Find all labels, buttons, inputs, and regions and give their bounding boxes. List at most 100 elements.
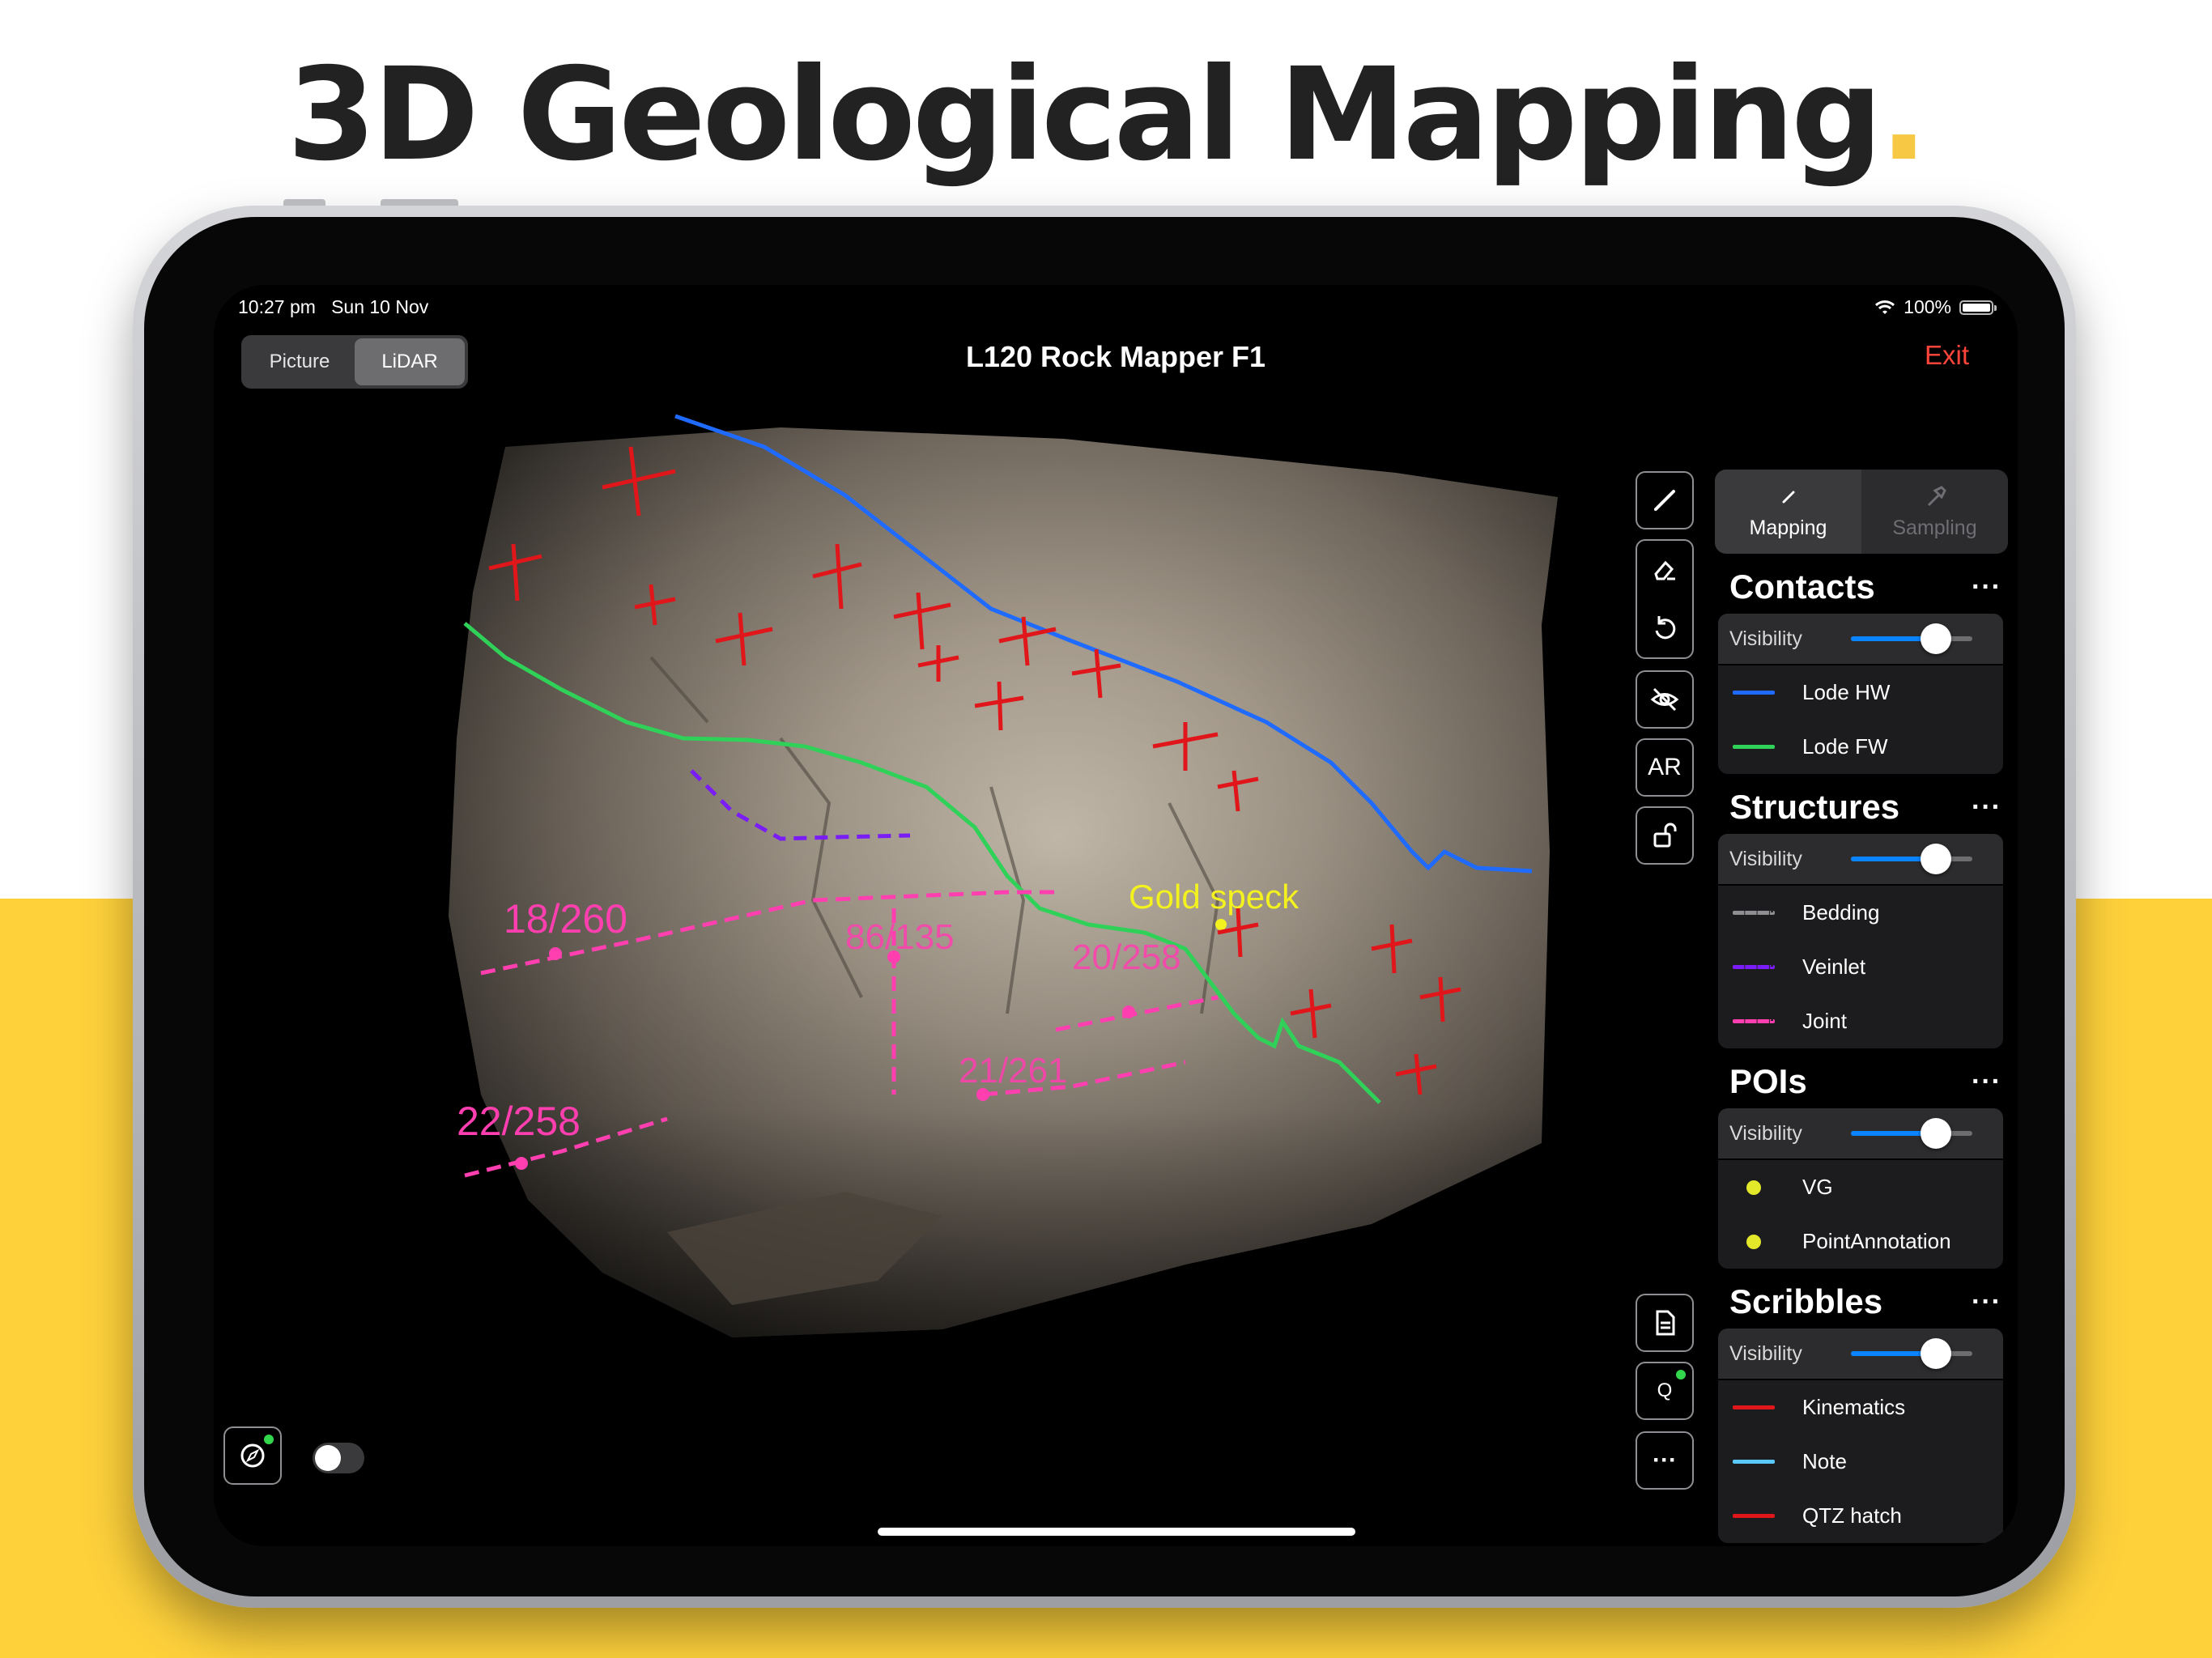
section-more-button[interactable]: ··· — [1972, 1286, 2001, 1318]
section-header: Contacts ··· — [1729, 565, 2001, 609]
mode-mapping[interactable]: Mapping — [1715, 470, 1861, 554]
layer-swatch — [1733, 911, 1775, 915]
mode-mapping-label: Mapping — [1749, 516, 1827, 539]
layer-item[interactable]: Lode HW — [1718, 665, 2003, 720]
layer-item[interactable]: Bedding — [1718, 886, 2003, 940]
joint-line — [1055, 995, 1219, 1032]
document-icon — [1656, 1310, 1675, 1336]
joint-pin — [549, 947, 562, 960]
section-more-button[interactable]: ··· — [1972, 1066, 2001, 1098]
layer-label: Lode HW — [1802, 680, 1891, 704]
joint-line — [982, 1060, 1186, 1097]
section-more-button[interactable]: ··· — [1972, 792, 2001, 823]
toggle-knob — [315, 1445, 341, 1471]
hardware-button — [381, 199, 458, 206]
hardware-button — [283, 199, 325, 206]
slider-knob[interactable] — [1921, 1338, 1951, 1369]
report-button[interactable] — [1636, 1294, 1694, 1352]
exit-button[interactable]: Exit — [1925, 340, 1969, 371]
layer-label: PointAnnotation — [1802, 1229, 1951, 1253]
pencil-icon — [1782, 491, 1794, 503]
overlay-toggle[interactable] — [313, 1443, 364, 1473]
mode-switcher[interactable]: Mapping Sampling — [1715, 470, 2008, 554]
ar-button[interactable]: AR — [1636, 738, 1694, 797]
section-title: Contacts — [1729, 568, 1875, 606]
layer-swatch — [1733, 745, 1775, 749]
rock-rubble — [667, 1192, 942, 1305]
layer-swatch — [1733, 965, 1775, 969]
visibility-slider[interactable] — [1851, 1338, 1972, 1369]
layer-label: Kinematics — [1802, 1395, 1906, 1419]
app-screen: 10:27 pm Sun 10 Nov 100% Picture LiDAR L… — [214, 285, 2018, 1546]
compass-button[interactable] — [223, 1426, 282, 1485]
layer-item[interactable]: Note — [1718, 1435, 2003, 1489]
poi-label: Gold speck — [1129, 878, 1300, 916]
structure-label: 21/261 — [959, 1051, 1068, 1090]
wifi-icon — [1875, 300, 1895, 314]
structure-label: 86/135 — [845, 917, 955, 957]
slider-knob[interactable] — [1921, 623, 1951, 654]
kinematics-scribbles — [488, 446, 1461, 1095]
eye-slash-icon — [1650, 687, 1679, 712]
section-title: POIs — [1729, 1062, 1807, 1100]
section-more-button[interactable]: ··· — [1972, 572, 2001, 603]
slider-knob[interactable] — [1921, 1118, 1951, 1149]
layer-label: Lode FW — [1802, 734, 1888, 759]
headline: 3D Geological Mapping. — [287, 40, 1929, 189]
joint-pin — [515, 1157, 528, 1170]
ipad-frame: 10:27 pm Sun 10 Nov 100% Picture LiDAR L… — [133, 199, 2076, 1608]
joint-line — [480, 890, 1056, 976]
mode-sampling[interactable]: Sampling — [1861, 470, 2008, 554]
more-tools-button[interactable]: ··· — [1636, 1431, 1694, 1490]
structure-label: 22/258 — [457, 1099, 581, 1144]
layer-swatch — [1733, 1405, 1775, 1409]
slider-knob[interactable] — [1921, 844, 1951, 874]
layer-item[interactable]: VG — [1718, 1160, 2003, 1214]
layer-swatch — [1733, 1460, 1775, 1464]
q-button[interactable]: Q — [1636, 1362, 1694, 1420]
hide-annotations-button[interactable] — [1636, 670, 1694, 729]
layer-item[interactable]: QTZ hatch — [1718, 1489, 2003, 1543]
visibility-slider[interactable] — [1851, 1118, 1972, 1149]
section-card: Visibility VG PointAnnotation — [1718, 1108, 2003, 1269]
section-title: Structures — [1729, 788, 1900, 826]
eraser-icon[interactable] — [1649, 555, 1680, 585]
draw-tool-button[interactable] — [1636, 471, 1694, 529]
layer-item[interactable]: Joint — [1718, 994, 2003, 1048]
home-indicator[interactable] — [878, 1528, 1355, 1536]
section-header: Structures ··· — [1729, 785, 2001, 829]
visibility-row: Visibility — [1718, 834, 2003, 886]
layer-label: Veinlet — [1802, 954, 1866, 979]
page-title: L120 Rock Mapper F1 — [965, 340, 1266, 373]
visibility-row: Visibility — [1718, 1108, 2003, 1160]
layer-item[interactable]: Veinlet — [1718, 940, 2003, 994]
layer-swatch — [1746, 1180, 1761, 1195]
battery-level — [1963, 303, 1990, 312]
visibility-row: Visibility — [1718, 1329, 2003, 1380]
status-right: 100% — [1874, 296, 1997, 318]
visibility-slider[interactable] — [1851, 623, 1972, 654]
layer-item[interactable]: PointAnnotation — [1718, 1214, 2003, 1269]
joint-pin — [1122, 1005, 1135, 1018]
visibility-row: Visibility — [1718, 614, 2003, 665]
veinlet-line — [690, 769, 911, 841]
layer-swatch — [1733, 691, 1775, 695]
visibility-label: Visibility — [1729, 627, 1802, 650]
joint-line — [464, 1116, 668, 1178]
battery-text: 100% — [1904, 296, 1951, 317]
status-time: 10:27 pm Sun 10 Nov — [238, 296, 429, 317]
layer-label: VG — [1802, 1175, 1833, 1199]
section-title: Scribbles — [1729, 1282, 1883, 1320]
bezel: 10:27 pm Sun 10 Nov 100% Picture LiDAR L… — [144, 217, 2065, 1596]
layers-panel: Mapping Sampling Contacts ··· Visibility Lo… — [1715, 470, 2008, 1543]
layer-label: Note — [1802, 1449, 1847, 1473]
visibility-slider[interactable] — [1851, 844, 1972, 874]
lock-button[interactable] — [1636, 806, 1694, 865]
undo-icon[interactable] — [1649, 613, 1680, 644]
layer-item[interactable]: Kinematics — [1718, 1380, 2003, 1435]
layer-item[interactable]: Lode FW — [1718, 720, 2003, 774]
poi-pin-vg — [1215, 919, 1227, 930]
joint-pin — [976, 1088, 989, 1101]
ar-label: AR — [1648, 754, 1682, 780]
unlock-icon — [1653, 823, 1677, 848]
